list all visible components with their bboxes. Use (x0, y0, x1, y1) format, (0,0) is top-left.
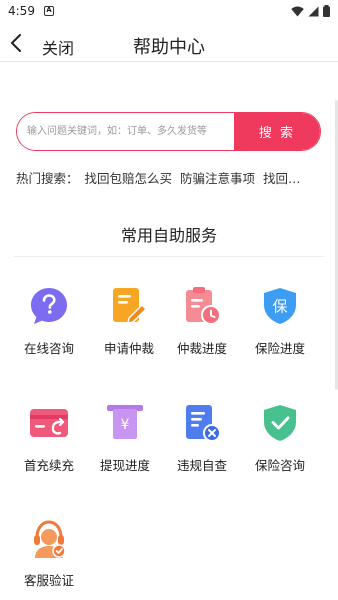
hot-search-item[interactable]: 找回包赔怎么买 (85, 168, 173, 187)
hot-search-label: 热门搜索： (16, 171, 79, 186)
service-insurance-progress[interactable]: 保 保险进度 (245, 286, 315, 357)
hot-search-item[interactable]: 找回… (263, 168, 301, 187)
service-label: 保险咨询 (254, 458, 305, 473)
service-label: 仲裁进度 (176, 341, 227, 356)
service-withdraw-progress[interactable]: ¥ 提现进度 (90, 403, 160, 474)
service-arbitration-progress[interactable]: 仲裁进度 (167, 286, 237, 357)
service-label: 首充续充 (23, 458, 74, 473)
customer-service-icon (34, 520, 66, 558)
search-button[interactable]: 搜 索 (234, 113, 320, 150)
service-label: 客服验证 (23, 573, 74, 588)
card-refund-icon (30, 409, 68, 437)
question-bubble-icon (31, 288, 67, 324)
hot-search-item[interactable]: 防骗注意事项 (180, 168, 255, 187)
service-label: 在线咨询 (23, 341, 74, 356)
document-cross-icon (186, 405, 221, 442)
search-box: 搜 索 (16, 112, 321, 151)
section-title: 常用自助服务 (120, 226, 217, 245)
status-time: 4:59 (8, 4, 35, 18)
search-input[interactable] (17, 113, 234, 150)
shield-bao-icon: 保 (264, 288, 296, 324)
service-violation-check[interactable]: 违规自查 (167, 403, 237, 474)
wifi-icon (291, 6, 304, 16)
service-first-recharge[interactable]: 首充续充 (14, 403, 84, 474)
battery-icon (323, 5, 330, 17)
status-icons (291, 5, 330, 17)
service-customer-verify[interactable]: 客服验证 (14, 518, 84, 589)
divider (14, 256, 324, 257)
status-bar: 4:59 A (0, 0, 338, 24)
signal-icon (308, 6, 319, 16)
service-insurance-consult[interactable]: 保险咨询 (245, 403, 315, 474)
header: 关闭 帮助中心 (0, 28, 338, 62)
notification-a-icon: A (44, 6, 54, 16)
service-label: 提现进度 (99, 458, 150, 473)
service-label: 申请仲裁 (103, 341, 154, 356)
clipboard-clock-icon (186, 287, 221, 325)
page-title: 帮助中心 (133, 37, 205, 58)
yen-withdraw-icon: ¥ (107, 405, 143, 439)
shield-check-icon (264, 405, 296, 441)
svg-text:保: 保 (272, 298, 287, 316)
service-online-consult[interactable]: 在线咨询 (14, 286, 84, 357)
document-edit-icon (113, 288, 148, 324)
service-apply-arbitration[interactable]: 申请仲裁 (94, 286, 164, 357)
service-label: 违规自查 (176, 458, 227, 473)
service-label: 保险进度 (254, 341, 305, 356)
svg-text:¥: ¥ (121, 417, 130, 433)
hot-search: 热门搜索： 找回包赔怎么买 防骗注意事项 找回… (16, 168, 326, 187)
